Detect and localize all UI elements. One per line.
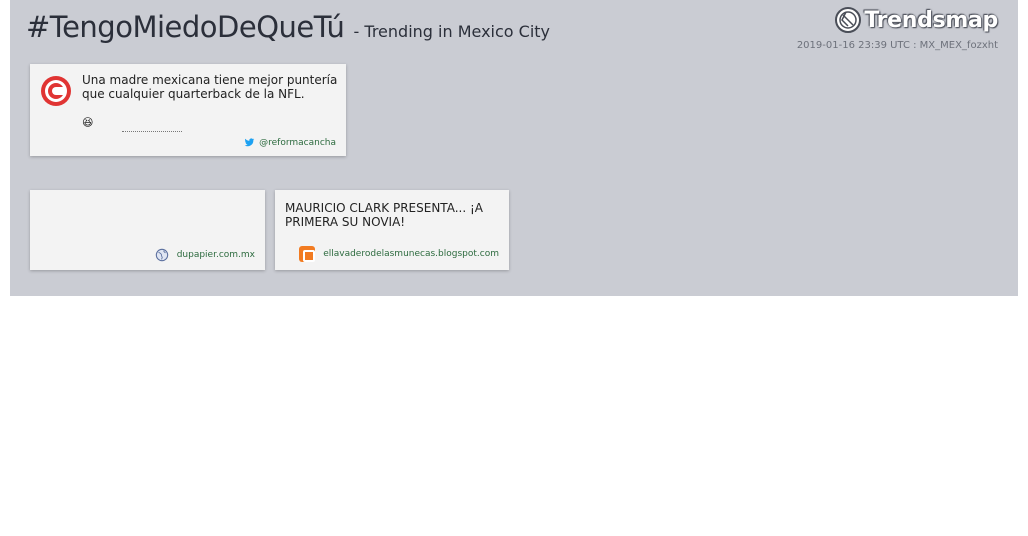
blogger-icon xyxy=(299,246,316,262)
tweet-handle[interactable]: @reformacancha xyxy=(259,138,336,148)
brand-name: Trendsmap xyxy=(864,7,998,33)
globe-icon xyxy=(155,248,168,262)
link-source[interactable]: ellavaderodelasmunecas.blogspot.com xyxy=(299,246,499,262)
tweet-text: Una madre mexicana tiene mejor puntería … xyxy=(82,73,338,101)
tweet-emoji: 😆 xyxy=(82,116,94,129)
trend-location: - Trending in Mexico City xyxy=(353,22,551,41)
cancha-logo-icon xyxy=(41,76,71,106)
link-card[interactable]: dupapier.com.mx xyxy=(30,190,265,270)
truncation-divider xyxy=(122,131,182,132)
tweet-card[interactable]: Una madre mexicana tiene mejor puntería … xyxy=(30,64,346,156)
title-row: #TengoMiedoDeQueTú - Trending in Mexico … xyxy=(26,10,550,44)
trend-panel: #TengoMiedoDeQueTú - Trending in Mexico … xyxy=(10,0,1018,296)
link-source[interactable]: dupapier.com.mx xyxy=(155,248,255,262)
hashtag-title[interactable]: #TengoMiedoDeQueTú xyxy=(26,10,345,44)
trendsmap-logo[interactable]: Trendsmap xyxy=(834,6,998,34)
tweet-source[interactable]: @reformacancha xyxy=(244,137,336,148)
link-card[interactable]: MAURICIO CLARK PRESENTA... ¡A PRIMERA SU… xyxy=(275,190,509,270)
twitter-bird-icon xyxy=(244,138,255,147)
timestamp: 2019-01-16 23:39 UTC : MX_MEX_fozxht xyxy=(796,40,998,51)
trendsmap-globe-icon xyxy=(835,7,862,33)
link-domain[interactable]: ellavaderodelasmunecas.blogspot.com xyxy=(323,249,499,259)
link-domain[interactable]: dupapier.com.mx xyxy=(177,250,255,260)
link-title: MAURICIO CLARK PRESENTA... ¡A PRIMERA SU… xyxy=(285,201,483,229)
